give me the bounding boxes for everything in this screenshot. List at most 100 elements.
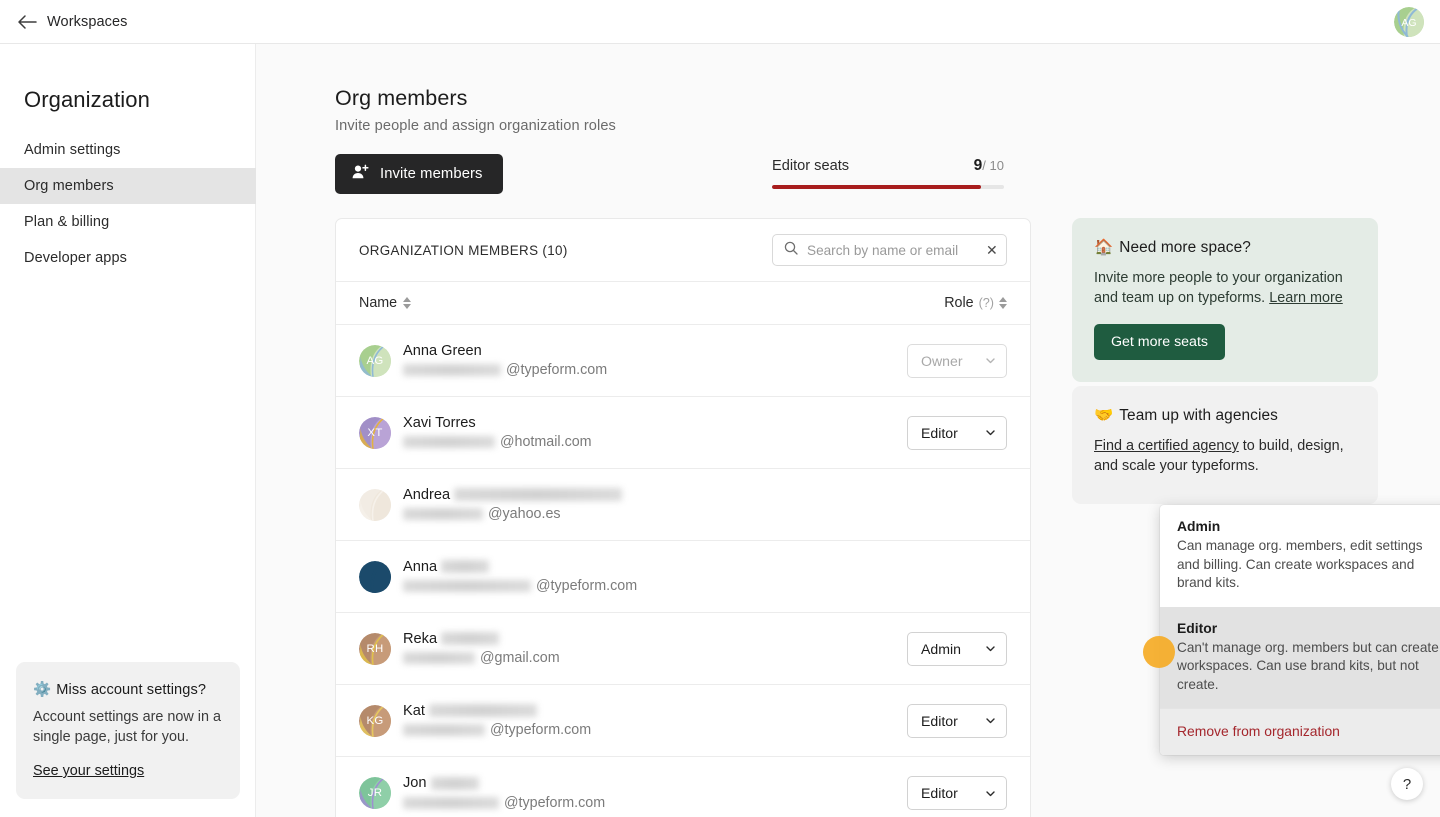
- search-input[interactable]: [807, 242, 984, 258]
- redacted-name: [441, 560, 490, 573]
- house-icon: 🏠: [1094, 239, 1114, 256]
- editor-seats-count: 9/ 10: [974, 157, 1004, 175]
- role-select[interactable]: Editor: [907, 415, 1007, 450]
- member-name: Xavi Torres: [403, 414, 476, 431]
- sidebar-item-org-members[interactable]: Org members: [0, 168, 256, 204]
- role-option-title: Editor: [1177, 619, 1218, 636]
- redacted-name: [441, 632, 500, 645]
- role-select: Owner: [907, 343, 1007, 378]
- role-help-icon[interactable]: (?): [979, 296, 994, 310]
- redacted-email: [403, 580, 531, 592]
- role-option-admin[interactable]: Admin Can manage org. members, edit sett…: [1160, 505, 1440, 607]
- editor-seats-meter: Editor seats 9/ 10: [772, 157, 1004, 189]
- sort-role-icon[interactable]: [999, 297, 1007, 309]
- member-identity: Jon @typeform.com: [403, 774, 907, 812]
- redacted-name: [430, 776, 479, 790]
- role-option-editor[interactable]: Editor Can't manage org. members but can…: [1160, 606, 1440, 708]
- left-sidebar: Organization Admin settings Org members …: [0, 44, 256, 817]
- redacted-name: [428, 704, 537, 717]
- team-up-agencies-card: 🤝 Team up with agencies Find a certified …: [1072, 386, 1378, 504]
- promo-title-text: Miss account settings?: [56, 682, 207, 698]
- table-row: JR Jon @typeform.com Editor: [336, 757, 1030, 817]
- editor-seats-label: Editor seats: [772, 158, 850, 174]
- role-select[interactable]: Editor: [907, 776, 1007, 810]
- role-option-description: Can manage org. members, edit settings a…: [1177, 538, 1423, 590]
- role-select[interactable]: Editor: [907, 703, 1007, 738]
- redacted-email: [403, 436, 495, 448]
- column-name[interactable]: Name: [359, 295, 412, 311]
- svg-text:AG: AG: [1401, 17, 1416, 29]
- role-select-value: Owner: [921, 352, 963, 369]
- find-certified-agency-link[interactable]: Find a certified agency: [1094, 438, 1239, 454]
- role-select-value: Editor: [921, 785, 958, 801]
- card-title-text: Team up with agencies: [1119, 407, 1278, 424]
- remove-from-organization-option[interactable]: Remove from organization: [1160, 709, 1440, 755]
- sidebar-heading: Organization: [24, 87, 150, 112]
- member-avatar: KG: [359, 704, 391, 737]
- role-select[interactable]: Admin: [907, 631, 1007, 666]
- card-title: 🤝 Team up with agencies: [1094, 406, 1356, 425]
- sidebar-item-developer-apps[interactable]: Developer apps: [0, 240, 256, 276]
- learn-more-link[interactable]: Learn more: [1269, 290, 1343, 306]
- sidebar-item-plan-billing[interactable]: Plan & billing: [0, 204, 256, 240]
- member-email: @yahoo.es: [403, 505, 1007, 524]
- role-option-description: Can't manage org. members but can create…: [1177, 639, 1439, 692]
- page-title: Org members: [335, 86, 468, 110]
- seats-separator: /: [982, 158, 986, 173]
- search-icon: [784, 241, 798, 260]
- see-your-settings-link[interactable]: See your settings: [33, 763, 223, 779]
- role-option-title: Admin: [1177, 518, 1221, 534]
- invite-members-button[interactable]: Invite members: [335, 154, 503, 194]
- member-email: @gmail.com: [403, 649, 907, 668]
- member-email: @hotmail.com: [403, 433, 907, 452]
- member-identity: Anna @typeform.com: [403, 558, 1007, 596]
- person-add-icon: [352, 164, 369, 184]
- chevron-down-icon: [986, 430, 995, 436]
- redacted-email: [403, 652, 475, 664]
- member-name: Anna: [403, 558, 1007, 576]
- member-identity: Reka @gmail.com: [403, 630, 907, 668]
- gear-icon: ⚙️: [33, 682, 52, 698]
- table-row: Anna @typeform.com: [336, 541, 1030, 613]
- app-root: Workspaces AG Organization Admin setting…: [0, 0, 1440, 817]
- search-box[interactable]: ✕: [772, 234, 1007, 266]
- sort-name-icon[interactable]: [403, 297, 412, 309]
- redacted-email: [403, 364, 501, 376]
- member-avatar: JR: [359, 777, 391, 809]
- column-role-label: Role: [944, 295, 974, 311]
- member-email: @typeform.com: [403, 361, 907, 380]
- chevron-down-icon: [986, 358, 995, 364]
- avatar[interactable]: AG: [1394, 7, 1424, 37]
- members-list: AG Anna Green @typeform.com Owner XT Xavi Tor…: [336, 325, 1030, 817]
- handshake-icon: 🤝: [1094, 407, 1114, 424]
- member-avatar: RH: [359, 632, 391, 665]
- member-avatar: [359, 488, 391, 521]
- sidebar-item-admin-settings[interactable]: Admin settings: [0, 132, 256, 168]
- member-name: Kat: [403, 702, 907, 720]
- cursor-indicator: [1143, 636, 1175, 668]
- card-title-text: Need more space?: [1119, 239, 1251, 256]
- members-table-header: ORGANIZATION MEMBERS (10) ✕: [336, 219, 1030, 281]
- sidebar-nav: Admin settings Org members Plan & billin…: [0, 132, 256, 276]
- members-table-title: ORGANIZATION MEMBERS (10): [359, 242, 568, 258]
- back-arrow-icon[interactable]: [14, 9, 40, 35]
- get-more-seats-button[interactable]: Get more seats: [1094, 324, 1225, 360]
- help-button[interactable]: ?: [1391, 768, 1423, 800]
- clear-search-icon[interactable]: ✕: [984, 243, 1000, 257]
- member-name: Andrea: [403, 486, 1007, 504]
- chevron-down-icon: [986, 790, 995, 796]
- account-settings-promo-card: ⚙️ Miss account settings? Account setting…: [16, 662, 240, 799]
- role-dropdown-menu[interactable]: Admin Can manage org. members, edit sett…: [1160, 505, 1440, 755]
- chevron-down-icon: [986, 718, 995, 724]
- column-role[interactable]: Role (?): [944, 295, 1007, 311]
- role-select-value: Editor: [921, 712, 958, 729]
- member-avatar: [359, 560, 391, 593]
- seats-progress-track: [772, 185, 1004, 189]
- table-row: RH Reka @gmail.com Admin: [336, 613, 1030, 685]
- chevron-down-icon: [986, 646, 995, 652]
- member-email: @typeform.com: [403, 721, 907, 740]
- breadcrumb-workspaces[interactable]: Workspaces: [47, 14, 128, 30]
- member-identity: Andrea @yahoo.es: [403, 486, 1007, 524]
- table-row: KG Kat @typeform.com Editor: [336, 685, 1030, 757]
- sidebar-item-label: Admin settings: [24, 142, 121, 158]
